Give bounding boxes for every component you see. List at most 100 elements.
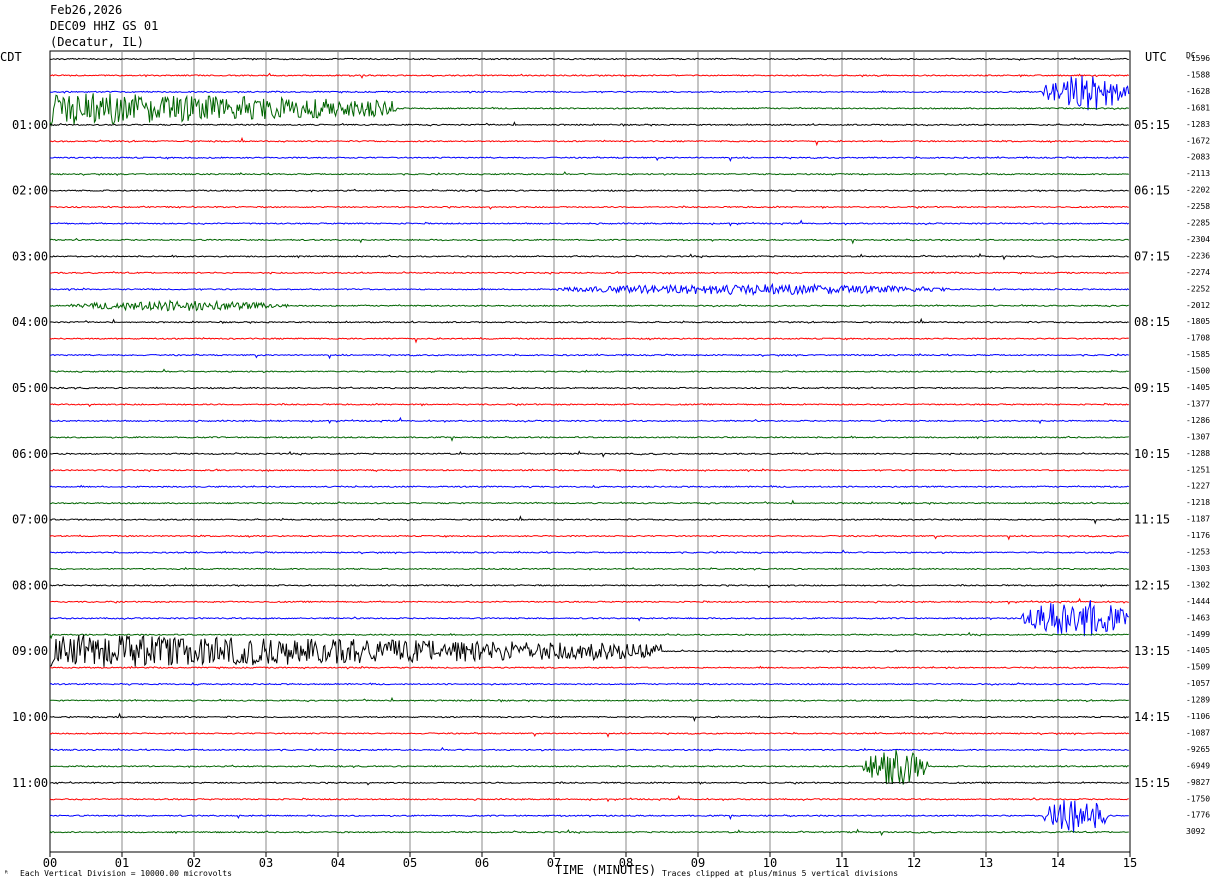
x-tick-label: 03 — [259, 856, 273, 870]
x-tick-label: 15 — [1123, 856, 1137, 870]
trace-offset-label: -22584 — [1186, 202, 1210, 211]
trace-44 — [49, 781, 1130, 786]
trace-offset-label: -22857 — [1186, 219, 1210, 228]
trace-36 — [49, 634, 1130, 667]
trace-43 — [49, 749, 1129, 785]
trace-offset-label: -11767 — [1186, 531, 1210, 540]
trace-offset-label: -15003 — [1186, 367, 1210, 376]
trace-17 — [49, 336, 1129, 344]
trace-offset-label: -20125 — [1186, 301, 1210, 310]
plot-frame — [49, 50, 1131, 853]
right-hour-label: 05:15 — [1134, 118, 1170, 132]
trace-35 — [49, 631, 1129, 640]
trace-45 — [49, 795, 1129, 803]
trace-offset-label: -20839 — [1186, 153, 1210, 162]
trace-offset-label: 3092 — [1186, 827, 1205, 836]
trace-offset-label: -12895 — [1186, 696, 1210, 705]
trace-1 — [49, 72, 1130, 79]
trace-13 — [49, 271, 1129, 275]
trace-26 — [49, 484, 1129, 489]
trace-11 — [49, 237, 1130, 245]
right-hour-label: 09:15 — [1134, 381, 1170, 395]
right-hour-label: 08:15 — [1134, 315, 1170, 329]
trace-offset-label: -10876 — [1186, 728, 1210, 737]
left-hour-label: 02:00 — [12, 184, 48, 198]
trace-offset-label: -1750 — [1186, 794, 1210, 803]
trace-offset-label: -11066 — [1186, 712, 1210, 721]
trace-22 — [49, 416, 1129, 425]
trace-offset-label: -12868 — [1186, 416, 1210, 425]
x-axis-label: TIME (MINUTES) — [555, 863, 657, 877]
trace-offset-label: -11872 — [1186, 515, 1210, 524]
trace-offset-label: -14051 — [1186, 646, 1210, 655]
trace-23 — [49, 435, 1129, 442]
x-tick-label: 10 — [763, 856, 777, 870]
trace-42 — [49, 746, 1129, 752]
x-tick-label: 01 — [115, 856, 129, 870]
left-hour-label: 08:00 — [12, 578, 48, 592]
trace-19 — [49, 368, 1129, 374]
trace-8 — [49, 188, 1129, 193]
right-hour-label: 07:15 — [1134, 249, 1170, 263]
left-hour-label: 11:00 — [12, 776, 48, 790]
trace-27 — [49, 499, 1130, 506]
trace-offset-label: -15968 — [1186, 54, 1210, 63]
trace-30 — [49, 549, 1130, 555]
trace-14 — [49, 282, 1130, 296]
trace-3 — [49, 93, 1129, 127]
trace-18 — [49, 353, 1129, 360]
trace-offset-label: -1776 — [1186, 811, 1210, 820]
trace-16 — [49, 317, 1129, 325]
trace-25 — [49, 468, 1129, 473]
trace-offset-label: -10578 — [1186, 679, 1210, 688]
right-hour-label: 15:15 — [1134, 776, 1170, 790]
x-tick-label: 14 — [1051, 856, 1065, 870]
trace-47 — [49, 828, 1129, 837]
right-hour-label: 14:15 — [1134, 710, 1170, 724]
trace-41 — [49, 731, 1130, 738]
x-tick-label: 05 — [403, 856, 417, 870]
trace-offset-label: -12271 — [1186, 482, 1210, 491]
trace-39 — [49, 696, 1129, 703]
left-hour-label: 09:00 — [12, 644, 48, 658]
trace-9 — [49, 205, 1129, 210]
trace-28 — [49, 515, 1129, 525]
clip-note: Traces clipped at plus/minus 5 vertical … — [662, 869, 899, 878]
left-hour-label: 10:00 — [12, 710, 48, 724]
trace-offset-label: -16818 — [1186, 103, 1210, 112]
left-hour-label: 07:00 — [12, 513, 48, 527]
trace-40 — [49, 712, 1130, 723]
trace-29 — [49, 534, 1130, 541]
corner-mark: ᴿ — [4, 869, 9, 878]
trace-offset-label: -9827 — [1186, 778, 1210, 787]
trace-offset-label: -12184 — [1186, 498, 1210, 507]
x-tick-label: 13 — [979, 856, 993, 870]
trace-46 — [49, 800, 1129, 833]
left-hour-label: 01:00 — [12, 118, 48, 132]
right-hour-label: 10:15 — [1134, 447, 1170, 461]
trace-4 — [49, 121, 1129, 127]
trace-offset-label: -15889 — [1186, 70, 1210, 79]
trace-offset-label: -14441 — [1186, 597, 1210, 606]
trace-offset-label: -14634 — [1186, 613, 1210, 622]
x-tick-label: 04 — [331, 856, 345, 870]
trace-offset-label: -13774 — [1186, 399, 1210, 408]
trace-offset-label: -22526 — [1186, 284, 1210, 293]
x-tick-label: 11 — [835, 856, 849, 870]
trace-2 — [49, 75, 1130, 111]
trace-offset-label: -21132 — [1186, 169, 1210, 178]
left-hour-label: 03:00 — [12, 249, 48, 263]
trace-offset-label: -6949 — [1186, 761, 1210, 770]
trace-21 — [49, 402, 1129, 408]
trace-offset-label: -16286 — [1186, 87, 1210, 96]
left-hour-label: 05:00 — [12, 381, 48, 395]
trace-6 — [49, 155, 1129, 163]
trace-0 — [49, 57, 1129, 61]
x-tick-label: 09 — [691, 856, 705, 870]
trace-offset-label: -9265 — [1186, 745, 1210, 754]
trace-offset-label: -15857 — [1186, 350, 1210, 359]
trace-38 — [49, 682, 1130, 686]
right-hour-label: 06:15 — [1134, 184, 1170, 198]
trace-offset-label: -18057 — [1186, 317, 1210, 326]
trace-10 — [49, 219, 1130, 227]
